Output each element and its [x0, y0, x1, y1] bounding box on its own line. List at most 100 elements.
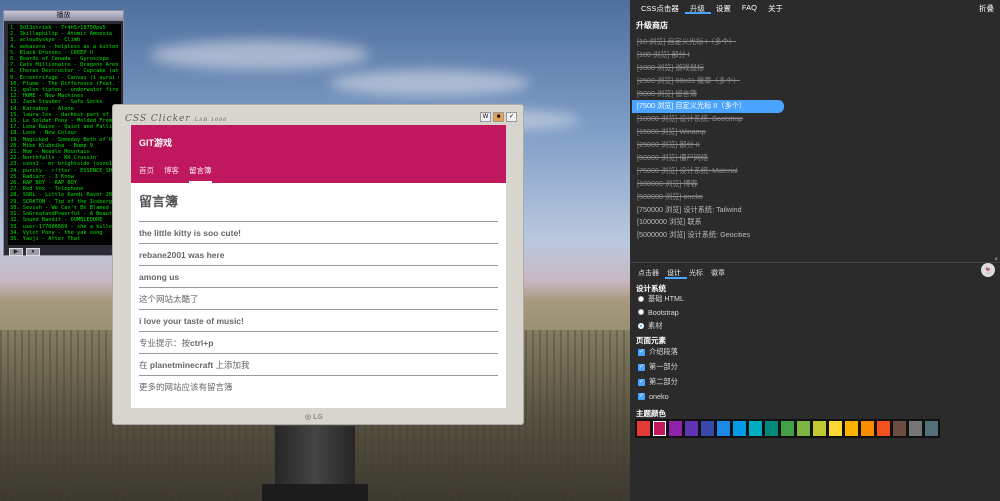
page-element-option[interactable]: ✓ 第二部分 [638, 377, 678, 387]
color-swatch[interactable] [893, 421, 906, 436]
guestbook-entry: among us [139, 265, 498, 287]
design-option[interactable]: 基础 HTML [638, 294, 684, 304]
design-option-label: Bootstrap [648, 307, 679, 317]
collapse-button[interactable]: 折叠 [979, 3, 994, 14]
color-swatch[interactable] [685, 421, 698, 436]
entry-bold-text: among us [139, 272, 180, 282]
playlist-track[interactable]: 9. Eccentrifuge - Canvas (i aurai mes co… [10, 75, 119, 81]
monitor-base [262, 484, 368, 501]
guestbook-entry: 这个网站太酷了 [139, 287, 498, 309]
radio-button[interactable] [638, 323, 644, 329]
upgrade-item[interactable]: [750000 浏览] 设计系统: Tailwind [630, 204, 1000, 217]
checkbox[interactable]: ✓ [638, 378, 645, 386]
radio-button[interactable] [638, 296, 644, 302]
entry-text: 上添加我 [213, 360, 250, 370]
color-swatch[interactable] [909, 421, 922, 436]
page-element-option[interactable]: ✓ 介绍段落 [638, 347, 678, 357]
winamp-play-button[interactable]: ▶ [9, 248, 23, 256]
entry-bold-text: rebane2001 was here [139, 250, 225, 260]
guestbook-entry: the little kitty is soo cute! [139, 221, 498, 243]
design-option-label: 素材 [648, 321, 663, 330]
panel-tab[interactable]: 设置 [711, 0, 737, 14]
playlist-track[interactable]: 4. aekasora - helpless as a kitten [10, 44, 119, 50]
color-swatch[interactable] [845, 421, 858, 436]
color-swatch[interactable] [797, 421, 810, 436]
upgrade-item[interactable]: [50000 浏览] 僵尸网络 [630, 152, 1000, 165]
upgrade-item[interactable]: [1000 浏览] 游戏鼠标 [630, 62, 1000, 75]
checkbox[interactable]: ✓ [638, 348, 645, 356]
design-option[interactable]: 素材 [638, 321, 662, 331]
playlist-track[interactable]: 33. user-177606669 - she a killer dat gi… [10, 224, 119, 230]
app-name: GIT游戏 [139, 138, 172, 148]
winamp-window[interactable]: 播放 1. 0d13strikk - 7r4h5r18750pu5 2. 3kil… [3, 10, 124, 256]
color-swatch[interactable] [925, 421, 938, 436]
playlist-track[interactable]: 29. SCRATON - Tip of the Iceberg [10, 199, 119, 205]
desktop-background: 播放 1. 0d13strikk - 7r4h5r18750pu5 2. 3kil… [0, 0, 630, 501]
window-button-icon[interactable]: W [480, 112, 491, 122]
upgrade-item[interactable]: [5000 浏览] 留言簿 [630, 88, 1000, 101]
playlist-track[interactable]: 23. osno1 - mr brightside (osno1 remix) [10, 161, 119, 167]
color-swatch[interactable] [877, 421, 890, 436]
upgrade-item[interactable]: [100000 浏览] 博客 [630, 178, 1000, 191]
panel-tab[interactable]: FAQ [737, 0, 763, 14]
playlist-track[interactable]: 19. Magicked - Someday Both of Us'll Mee… [10, 137, 119, 143]
upgrade-item[interactable]: [10000 浏览] 设计系统: Bootstrap [630, 113, 1000, 126]
sub-tab[interactable]: 设计 [665, 263, 687, 279]
playlist-track[interactable]: 35. Yaeji - After That [10, 236, 119, 242]
window-button-icon[interactable]: ✓ [506, 112, 517, 122]
guestbook-entry: i love your taste of music! [139, 309, 498, 331]
checkbox[interactable]: ✓ [638, 393, 645, 400]
upgrade-item[interactable]: [25000 浏览] 部分 II [630, 139, 1000, 152]
nav-tab[interactable]: 留言簿 [189, 165, 212, 183]
winamp-playlist[interactable]: 1. 0d13strikk - 7r4h5r18750pu5 2. 3killap… [8, 24, 121, 245]
upgrade-item[interactable]: [100 浏览] 部分 I [630, 49, 1000, 62]
sub-tab[interactable]: 点击器 [636, 263, 665, 279]
window-button-icon[interactable]: ■ [493, 112, 504, 122]
nav-tab[interactable]: 首页 [139, 165, 154, 183]
panel-tab[interactable]: 关于 [763, 0, 789, 14]
checkbox[interactable]: ✓ [638, 363, 645, 371]
color-swatch[interactable] [749, 421, 762, 436]
playlist-track[interactable]: 28. SSRL - Little Kandi Raver 2012 [10, 192, 119, 198]
color-swatch[interactable] [669, 421, 682, 436]
radio-button[interactable] [638, 309, 644, 315]
sub-tab[interactable]: 徽章 [709, 263, 731, 279]
page-element-option[interactable]: ✓ 第一部分 [638, 362, 678, 372]
page-elements-title: 页面元素 [636, 336, 666, 345]
guestbook-entry: 在 planetminecraft 上添加我 [139, 353, 498, 375]
color-swatch[interactable] [637, 421, 650, 436]
page-element-label: 第一部分 [649, 362, 678, 371]
color-swatch[interactable] [733, 421, 746, 436]
upgrade-item[interactable]: [10 浏览] 自定义光标 I（多个） [630, 36, 1000, 49]
design-option[interactable]: Bootstrap [638, 308, 679, 317]
color-swatch[interactable] [829, 421, 842, 436]
playlist-track[interactable]: 24. purity - r!tter - ESSENCE_SHIFT [10, 168, 119, 174]
close-icon[interactable]: × [994, 257, 998, 263]
panel-tab[interactable]: 升级 [684, 0, 711, 14]
upgrade-item[interactable]: [15000 浏览] Winamp [630, 126, 1000, 139]
ghost-avatar-icon[interactable]: 👻 [981, 263, 995, 277]
upgrade-item[interactable]: [75000 浏览] 设计系统: Material [630, 165, 1000, 178]
upgrade-shop-title: 升级商店 [636, 21, 668, 30]
color-swatch[interactable] [701, 421, 714, 436]
sub-tab[interactable]: 光标 [687, 263, 709, 279]
winamp-pause-button[interactable]: ⏸ [26, 248, 40, 256]
page-element-option[interactable]: ✓ oneko [638, 392, 669, 401]
color-swatch[interactable] [653, 421, 666, 436]
nav-tab[interactable]: 博客 [164, 165, 179, 183]
upgrade-item[interactable]: [7500 浏览] 自定义光标 II（多个） [632, 100, 784, 114]
playlist-track[interactable]: 8. Cherax Destructor - Cupcake (aterms) [10, 68, 119, 74]
upgrade-item[interactable]: [1000000 浏览] 联系 [630, 216, 1000, 229]
color-swatch[interactable] [781, 421, 794, 436]
upgrade-item[interactable]: [500000 浏览] oneko [630, 191, 1000, 204]
color-swatch[interactable] [717, 421, 730, 436]
panel-tab[interactable]: CSS点击器 [636, 0, 685, 14]
website-screen: GIT游戏 首页 博客 留言簿 留言簿 the little kitty is so… [131, 125, 506, 408]
upgrade-item[interactable]: [2500 浏览] 88x31 徽章（多个） [630, 75, 1000, 88]
color-swatch[interactable] [861, 421, 874, 436]
entry-text: 这个网站太酷了 [139, 294, 199, 304]
color-swatch[interactable] [765, 421, 778, 436]
upgrade-item[interactable]: [5000000 浏览] 设计系统: Geocities [630, 229, 1000, 242]
color-swatch[interactable] [813, 421, 826, 436]
winamp-title[interactable]: 播放 [4, 11, 123, 21]
